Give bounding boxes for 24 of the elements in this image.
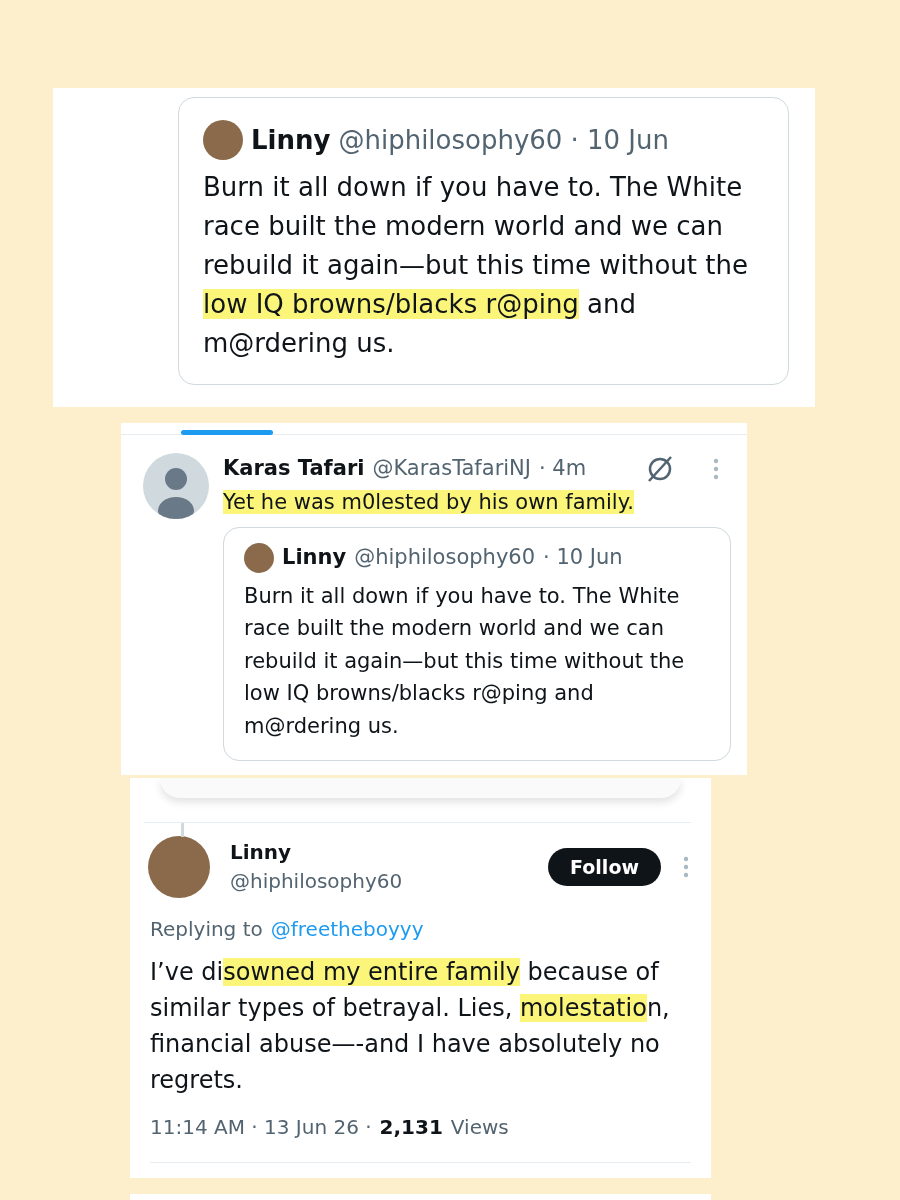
post-timestamp: 11:14 AM · 13 Jun 26 · xyxy=(150,1114,372,1141)
post-time: · 4m xyxy=(539,455,587,482)
author-handle: @hiphilosophy60 xyxy=(338,123,563,157)
views-label: Views xyxy=(450,1114,509,1141)
author-name: Karas Tafari xyxy=(223,455,365,482)
post-text: Burn it all down if you have to. The White race built the modern world and we can rebuild it again—but this time without the low IQ browns/blacks r@ping and m@rdering us. xyxy=(203,171,749,360)
post-time: · 10 Jun xyxy=(543,544,623,571)
follow-button[interactable]: Follow xyxy=(548,847,661,887)
author-handle: @hiphilosophy60 xyxy=(230,868,403,895)
author-name: Linny xyxy=(282,544,347,571)
replying-label: Replying to xyxy=(150,916,263,943)
avatar xyxy=(203,120,243,160)
avatar xyxy=(244,542,274,573)
author-name: Linny xyxy=(251,123,331,157)
post-text: I’ve disowned my entire family because of similar types of betrayal. Lies, molestation, financial abuse—-and I have absolutely no regrets. xyxy=(149,957,671,1096)
post-time: · 10 Jun xyxy=(570,123,669,157)
view-count: 2,131 xyxy=(379,1114,443,1141)
author-handle: @hiphilosophy60 xyxy=(354,544,536,571)
author-name: Linny xyxy=(230,839,293,866)
post-text: Yet he was m0lested by his own family. xyxy=(223,488,635,516)
more-icon xyxy=(713,457,719,480)
author-handle: @KarasTafariNJ xyxy=(372,455,531,482)
post-text: Burn it all down if you have to. The White race built the modern world and we can rebuild it again—but this time without the low IQ browns/blacks r@ping and m@rdering us. xyxy=(244,582,686,740)
more-icon xyxy=(683,856,689,878)
